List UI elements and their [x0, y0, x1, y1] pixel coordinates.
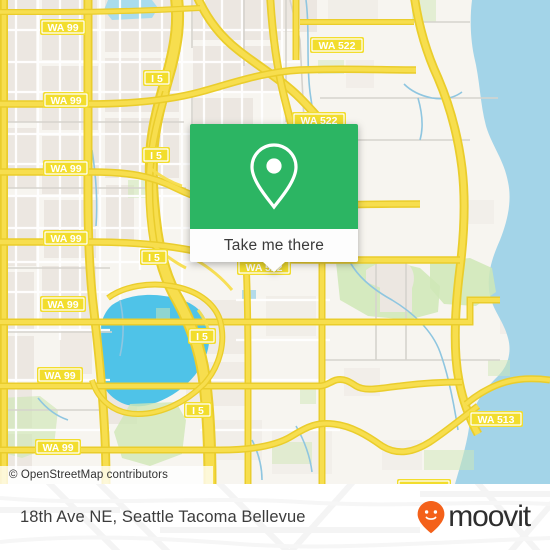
road-shield-label: WA 99 [50, 233, 81, 245]
road-shield-label: I 5 [151, 73, 163, 85]
road-shield-label: I 5 [196, 331, 208, 343]
road-shield-label: WA 513 [478, 414, 515, 426]
moovit-map-screen: WA 99 I 5 WA 522 WA 99 WA 522 I 5 WA 99 WA 99 I … [0, 0, 550, 550]
map-attribution[interactable]: © OpenStreetMap contributors [0, 466, 213, 484]
road-shield: I 5 [188, 328, 216, 344]
road-shield: WA 522 [310, 37, 364, 53]
road-shield: I 5 [140, 249, 168, 265]
moovit-pin-smiley-icon [417, 501, 445, 534]
road-shield: I 5 [143, 70, 171, 86]
attribution-text: © OpenStreetMap contributors [9, 469, 168, 481]
road-shield-label: I 5 [148, 252, 160, 264]
road-shield: WA 99 [43, 160, 89, 176]
road-shield: WA 99 [43, 230, 89, 246]
road-shield-label: I 5 [150, 150, 162, 162]
road-shield: WA 99 [37, 367, 83, 383]
location-popup-card[interactable]: Take me there [190, 124, 358, 272]
road-shield: I 5 [142, 147, 170, 163]
road-shield-label: I 5 [192, 405, 204, 417]
road-shield-label: WA 522 [319, 40, 356, 52]
road-shield-label: WA 99 [50, 95, 81, 107]
road-shield: WA 99 [35, 439, 81, 455]
popup-header [190, 124, 358, 229]
moovit-logo[interactable]: moovit [416, 500, 531, 534]
road-shield-label: WA 99 [47, 299, 78, 311]
road-shield: WA 99 [40, 296, 86, 312]
bottom-bar: 18th Ave NE, Seattle Tacoma Bellevue moo… [0, 484, 550, 550]
road-shield: WA 99 [40, 19, 86, 35]
road-shield-label: WA 99 [50, 163, 81, 175]
road-shield: I 5 [184, 402, 212, 418]
moovit-wordmark: moovit [448, 500, 531, 533]
map-pin-icon [250, 142, 298, 210]
road-shield-label: WA 99 [42, 442, 73, 454]
popup-action[interactable]: Take me there [190, 229, 358, 272]
road-shield: WA 99 [43, 92, 89, 108]
location-title: 18th Ave NE, Seattle Tacoma Bellevue [20, 507, 306, 526]
take-me-there-label: Take me there [223, 236, 325, 254]
road-shield: WA 513 [469, 411, 523, 427]
road-shield-label: WA 99 [47, 22, 78, 34]
popup-pointer [263, 262, 285, 272]
road-shield-label: WA 99 [44, 370, 75, 382]
